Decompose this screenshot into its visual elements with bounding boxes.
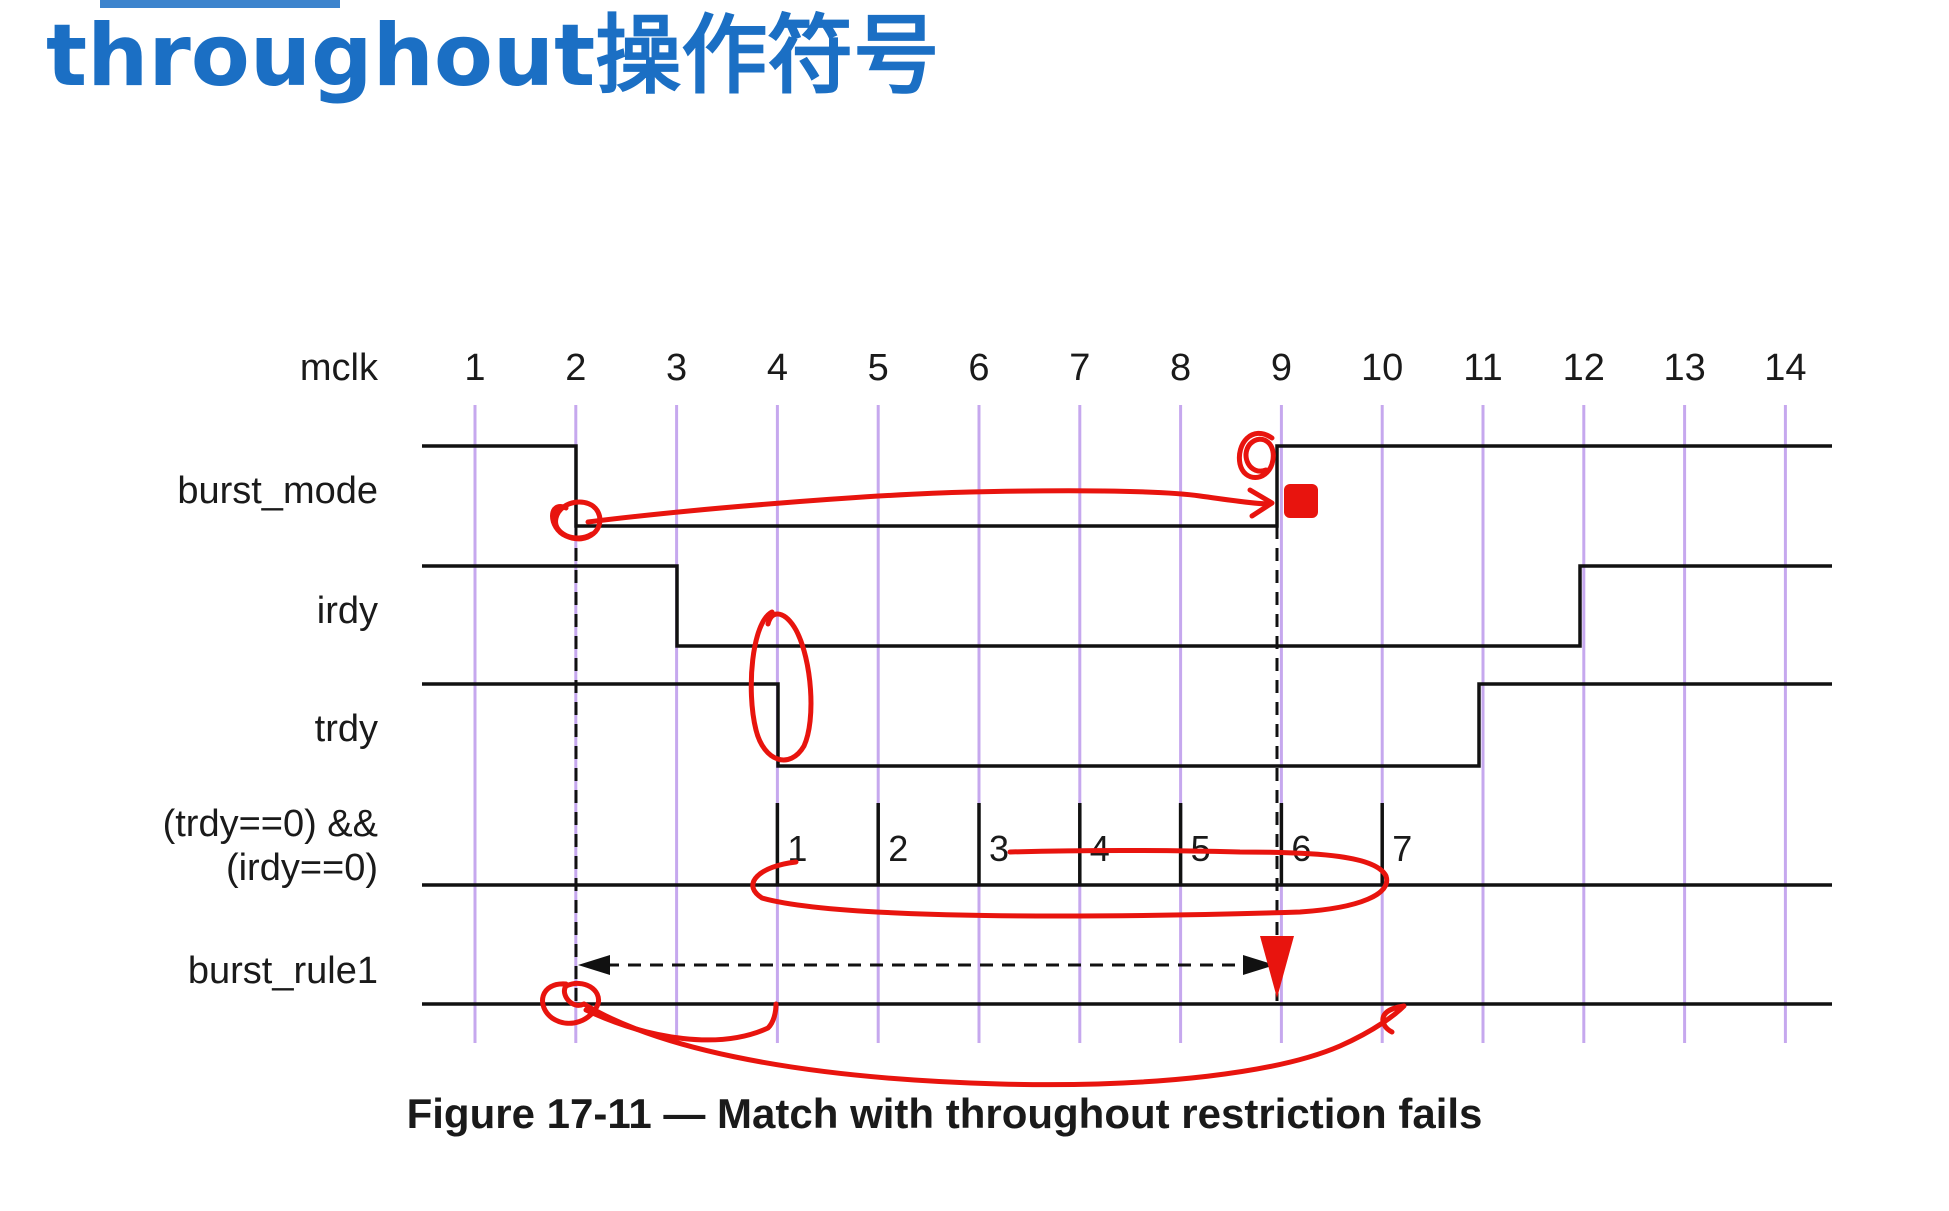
waveforms	[422, 444, 1832, 1006]
annotation-loop-trdy-fall	[748, 609, 814, 763]
waveform-burst-mode	[422, 444, 1832, 528]
signal-label-both-low-line2: (irdy==0)	[226, 847, 378, 889]
clock-tick-14: 14	[1764, 347, 1806, 389]
clock-tick-4: 4	[767, 347, 788, 389]
clock-tick-labels: 1 2 3 4 5 6 7 8 9 10 11 12 13 14	[464, 347, 1806, 389]
clock-tick-12: 12	[1563, 347, 1605, 389]
annotation-red-dot	[1284, 484, 1318, 518]
clock-tick-11: 11	[1463, 347, 1502, 389]
match-count-2: 2	[888, 828, 908, 869]
clock-tick-10: 10	[1361, 347, 1403, 389]
slide: throughout操作符号 mclk 1 2 3 4 5 6 7 8 9 10 11 12 13 14 …	[0, 0, 1949, 1211]
waveform-trdy	[422, 682, 1832, 768]
signal-label-burst-mode: burst_mode	[177, 470, 378, 512]
clock-tick-8: 8	[1170, 347, 1191, 389]
waveform-irdy	[422, 564, 1832, 648]
clock-tick-5: 5	[868, 347, 889, 389]
match-count-5: 5	[1191, 828, 1211, 869]
annotation-loop-burst-mode-rise	[1236, 430, 1276, 480]
clock-label: mclk	[300, 347, 379, 389]
clock-tick-6: 6	[968, 347, 989, 389]
match-count-3: 3	[989, 828, 1009, 869]
clock-grid	[473, 405, 1787, 1043]
figure-caption-text: Figure 17-11 — Match with throughout res…	[406, 1090, 1483, 1137]
signal-label-burst-rule1: burst_rule1	[188, 950, 378, 992]
clock-tick-1: 1	[464, 347, 485, 389]
timing-diagram: mclk 1 2 3 4 5 6 7 8 9 10 11 12 13 14 burst_mode irdy…	[163, 347, 1832, 1088]
clock-tick-3: 3	[666, 347, 687, 389]
signal-label-trdy: trdy	[315, 708, 378, 750]
clock-tick-7: 7	[1069, 347, 1090, 389]
span-arrow-left-head	[578, 955, 610, 975]
match-count-7: 7	[1392, 828, 1412, 869]
match-count-6: 6	[1291, 828, 1311, 869]
figure-caption: Figure 17-11 — Match with throughout res…	[0, 1090, 1949, 1138]
clock-tick-9: 9	[1271, 347, 1292, 389]
annotation-hook-clock-4	[583, 1001, 779, 1043]
clock-tick-13: 13	[1663, 347, 1705, 389]
signal-label-irdy: irdy	[317, 590, 378, 632]
signal-label-both-low-line1: (trdy==0) &&	[163, 803, 378, 845]
clock-tick-2: 2	[565, 347, 586, 389]
annotation-arrow-burst-mode	[585, 488, 1273, 525]
